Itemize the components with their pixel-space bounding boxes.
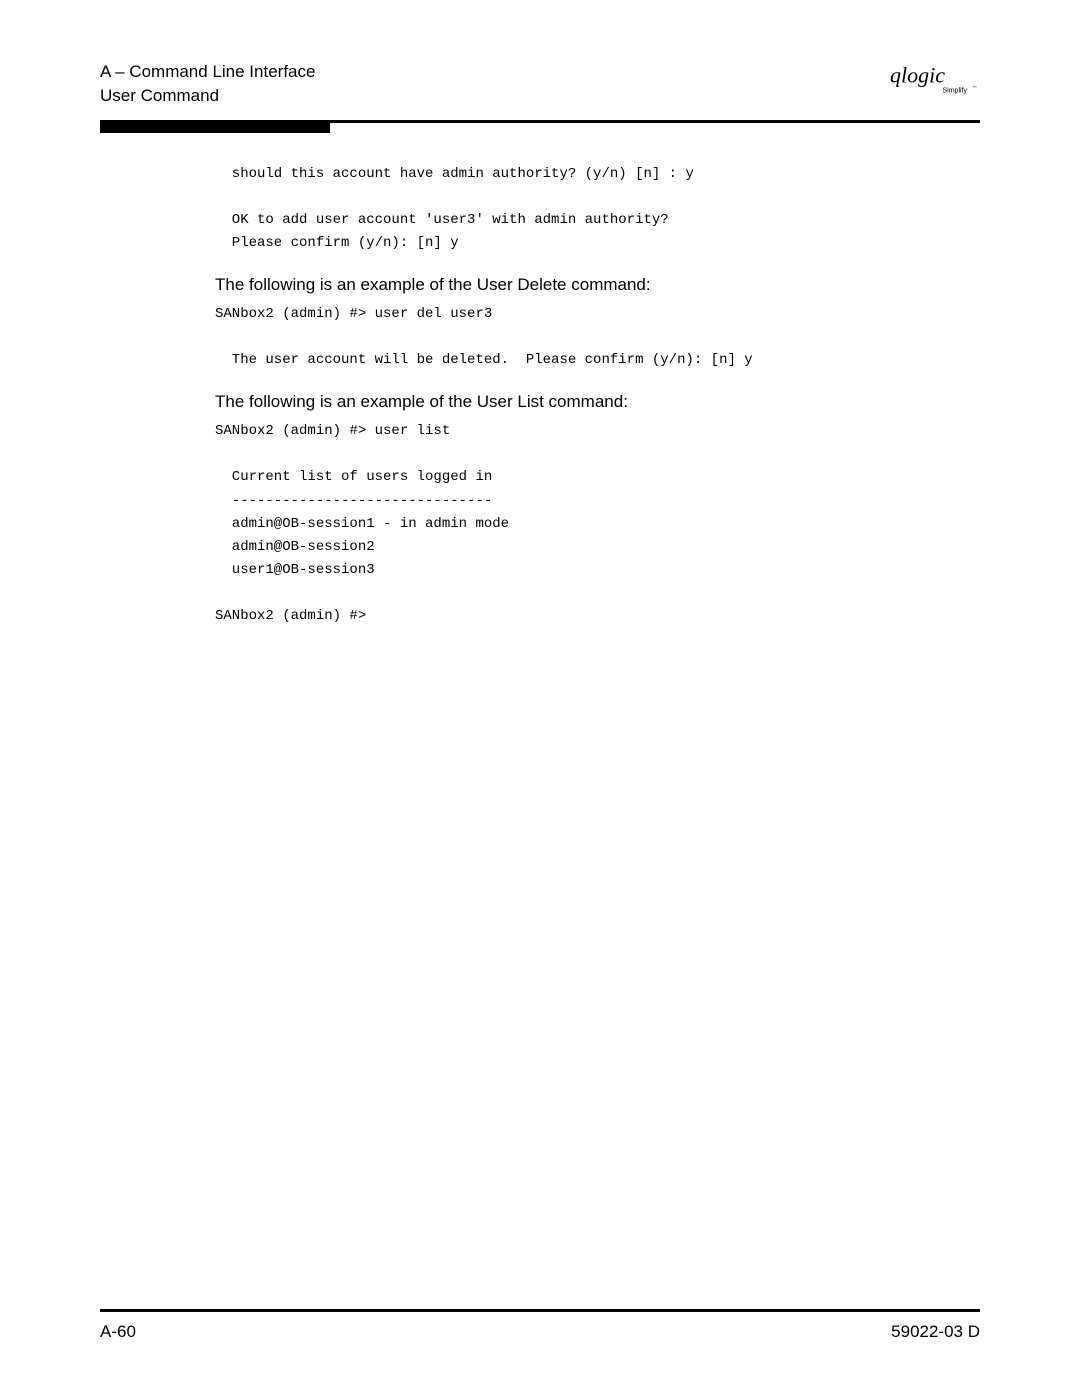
header-black-bar xyxy=(100,123,330,133)
qlogic-logo: qlogic Simplify ™ xyxy=(890,60,980,100)
paragraph-delete-intro: The following is an example of the User … xyxy=(215,275,980,295)
footer-row: A-60 59022-03 D xyxy=(100,1322,980,1342)
header-line-1: A – Command Line Interface xyxy=(100,60,315,84)
page-header: A – Command Line Interface User Command … xyxy=(100,60,980,108)
page: A – Command Line Interface User Command … xyxy=(0,0,1080,1397)
header-left: A – Command Line Interface User Command xyxy=(100,60,315,108)
svg-text:qlogic: qlogic xyxy=(890,63,945,88)
page-number: A-60 xyxy=(100,1322,136,1342)
page-footer: A-60 59022-03 D xyxy=(100,1309,980,1342)
svg-text:Simplify: Simplify xyxy=(943,88,968,95)
footer-rule xyxy=(100,1309,980,1312)
code-block-1: should this account have admin authority… xyxy=(215,163,980,255)
document-id: 59022-03 D xyxy=(891,1322,980,1342)
svg-text:™: ™ xyxy=(973,85,977,90)
code-block-3: SANbox2 (admin) #> user list Current lis… xyxy=(215,420,980,628)
code-block-2: SANbox2 (admin) #> user del user3 The us… xyxy=(215,303,980,372)
content-area: should this account have admin authority… xyxy=(215,163,980,629)
header-line-2: User Command xyxy=(100,84,315,108)
header-right: qlogic Simplify ™ xyxy=(890,60,980,100)
paragraph-list-intro: The following is an example of the User … xyxy=(215,392,980,412)
